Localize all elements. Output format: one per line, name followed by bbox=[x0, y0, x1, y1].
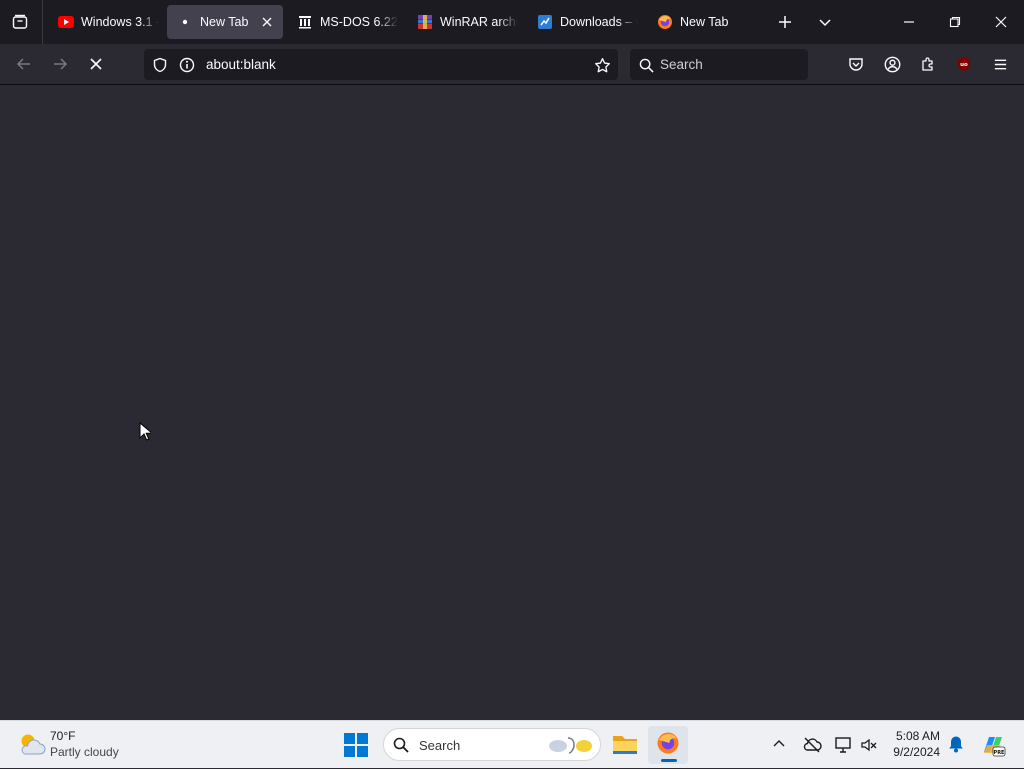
restore-icon bbox=[949, 16, 961, 28]
app-menu-button[interactable] bbox=[988, 52, 1012, 76]
monitor-network-icon bbox=[835, 737, 851, 753]
tab-new-tab-active[interactable]: New Tab bbox=[167, 5, 283, 39]
cloud-offline-icon bbox=[803, 737, 822, 753]
weather-temperature: 70°F bbox=[50, 729, 76, 743]
minimize-icon bbox=[904, 21, 914, 23]
speaker-muted-icon bbox=[861, 738, 877, 752]
tab-label: New Tab bbox=[200, 15, 249, 29]
clock-time: 5:08 AM bbox=[895, 729, 940, 743]
network-status[interactable] bbox=[834, 735, 854, 755]
navigation-toolbar: about:blank Search uo bbox=[0, 44, 1024, 85]
partly-cloudy-icon bbox=[21, 734, 46, 755]
firefox-icon bbox=[657, 14, 673, 30]
taskbar-search-box[interactable]: Search bbox=[383, 728, 601, 761]
loading-dot-icon bbox=[177, 14, 193, 30]
address-bar[interactable]: about:blank bbox=[144, 49, 618, 80]
list-all-tabs-button[interactable] bbox=[813, 10, 837, 34]
weather-condition: Partly cloudy bbox=[50, 745, 119, 759]
ublock-origin-button[interactable]: uo bbox=[952, 52, 976, 76]
taskbar-search-placeholder: Search bbox=[419, 738, 461, 753]
start-button[interactable] bbox=[343, 732, 369, 758]
tab-winrar[interactable]: WinRAR archi bbox=[407, 5, 519, 39]
tab-downloads[interactable]: Downloads – C bbox=[527, 5, 639, 39]
onedrive-status[interactable] bbox=[802, 736, 822, 754]
search-input[interactable]: Search bbox=[660, 57, 703, 72]
tracking-protection-shield-icon[interactable] bbox=[148, 53, 172, 77]
stop-loading-button[interactable] bbox=[84, 52, 108, 76]
search-bar[interactable]: Search bbox=[630, 49, 808, 80]
tab-youtube[interactable]: Windows 3.1 - bbox=[48, 5, 160, 39]
youtube-icon bbox=[58, 14, 74, 30]
tab-label: MS-DOS 6.22 : bbox=[320, 15, 398, 29]
account-button[interactable] bbox=[880, 52, 904, 76]
system-clock[interactable]: 5:08 AM 9/2/2024 bbox=[880, 728, 940, 760]
svg-text:uo: uo bbox=[960, 62, 968, 68]
show-hidden-icons-button[interactable] bbox=[772, 737, 788, 753]
site-info-icon[interactable] bbox=[175, 53, 199, 77]
close-icon bbox=[995, 16, 1007, 28]
copilot-button[interactable]: PRE bbox=[980, 732, 1006, 758]
archive-org-icon bbox=[297, 14, 313, 30]
search-highlight-icon bbox=[549, 737, 592, 754]
minimize-button[interactable] bbox=[897, 10, 921, 34]
weather-widget[interactable]: 70°F Partly cloudy bbox=[0, 721, 140, 769]
puzzle-icon bbox=[922, 57, 933, 71]
arrow-right-icon bbox=[54, 58, 68, 70]
tab-strip: Windows 3.1 - New Tab MS-DOS 6.22 : WinR… bbox=[0, 0, 1024, 44]
close-tab-button[interactable] bbox=[259, 14, 275, 30]
extensions-button[interactable] bbox=[916, 52, 940, 76]
forward-button[interactable] bbox=[48, 52, 72, 76]
tab-ms-dos[interactable]: MS-DOS 6.22 : bbox=[287, 5, 399, 39]
close-window-button[interactable] bbox=[989, 10, 1013, 34]
bell-icon bbox=[949, 736, 963, 753]
bookmark-star-button[interactable] bbox=[590, 53, 614, 77]
windows-logo-icon bbox=[344, 733, 368, 757]
firefox-view-icon bbox=[12, 14, 28, 29]
windows-taskbar: 70°F Partly cloudy Search 5:08 AM 9/2/20… bbox=[0, 720, 1024, 768]
stop-icon bbox=[90, 58, 102, 70]
chevron-up-icon bbox=[773, 740, 785, 747]
clock-date: 9/2/2024 bbox=[893, 745, 940, 759]
search-icon bbox=[393, 737, 409, 753]
back-button[interactable] bbox=[12, 52, 36, 76]
plus-icon bbox=[779, 16, 791, 28]
svg-text:PRE: PRE bbox=[994, 750, 1006, 756]
running-indicator bbox=[661, 759, 677, 762]
copilot-icon: PRE bbox=[984, 737, 1006, 757]
chevron-down-icon bbox=[819, 19, 831, 27]
winrar-icon bbox=[417, 14, 433, 30]
tab-label: Downloads – C bbox=[560, 15, 638, 29]
hamburger-menu-icon bbox=[994, 59, 1006, 69]
folder-icon bbox=[613, 736, 637, 754]
page-content-blank[interactable] bbox=[0, 85, 1024, 720]
ublock-icon: uo bbox=[958, 57, 970, 71]
mouse-cursor-icon bbox=[139, 422, 151, 441]
firefox-icon bbox=[657, 732, 679, 754]
url-input[interactable]: about:blank bbox=[206, 57, 276, 72]
search-icon bbox=[634, 53, 658, 77]
tab-label: New Tab bbox=[680, 15, 729, 29]
tab-separator bbox=[42, 0, 43, 44]
new-tab-button[interactable] bbox=[773, 10, 797, 34]
downloads-icon bbox=[537, 14, 553, 30]
volume-status[interactable] bbox=[860, 736, 878, 754]
tab-label: Windows 3.1 - bbox=[81, 15, 159, 29]
arrow-left-icon bbox=[16, 58, 30, 70]
restore-button[interactable] bbox=[943, 10, 967, 34]
tab-new-tab[interactable]: New Tab bbox=[647, 5, 759, 39]
pocket-button[interactable] bbox=[844, 52, 868, 76]
star-icon bbox=[594, 57, 610, 72]
account-icon bbox=[884, 56, 900, 72]
tab-label: WinRAR archi bbox=[440, 15, 518, 29]
firefox-view-button[interactable] bbox=[8, 10, 32, 34]
pocket-icon bbox=[849, 58, 863, 71]
close-icon bbox=[262, 17, 272, 27]
notifications-button[interactable] bbox=[948, 735, 966, 755]
taskbar-file-explorer[interactable] bbox=[612, 732, 638, 758]
